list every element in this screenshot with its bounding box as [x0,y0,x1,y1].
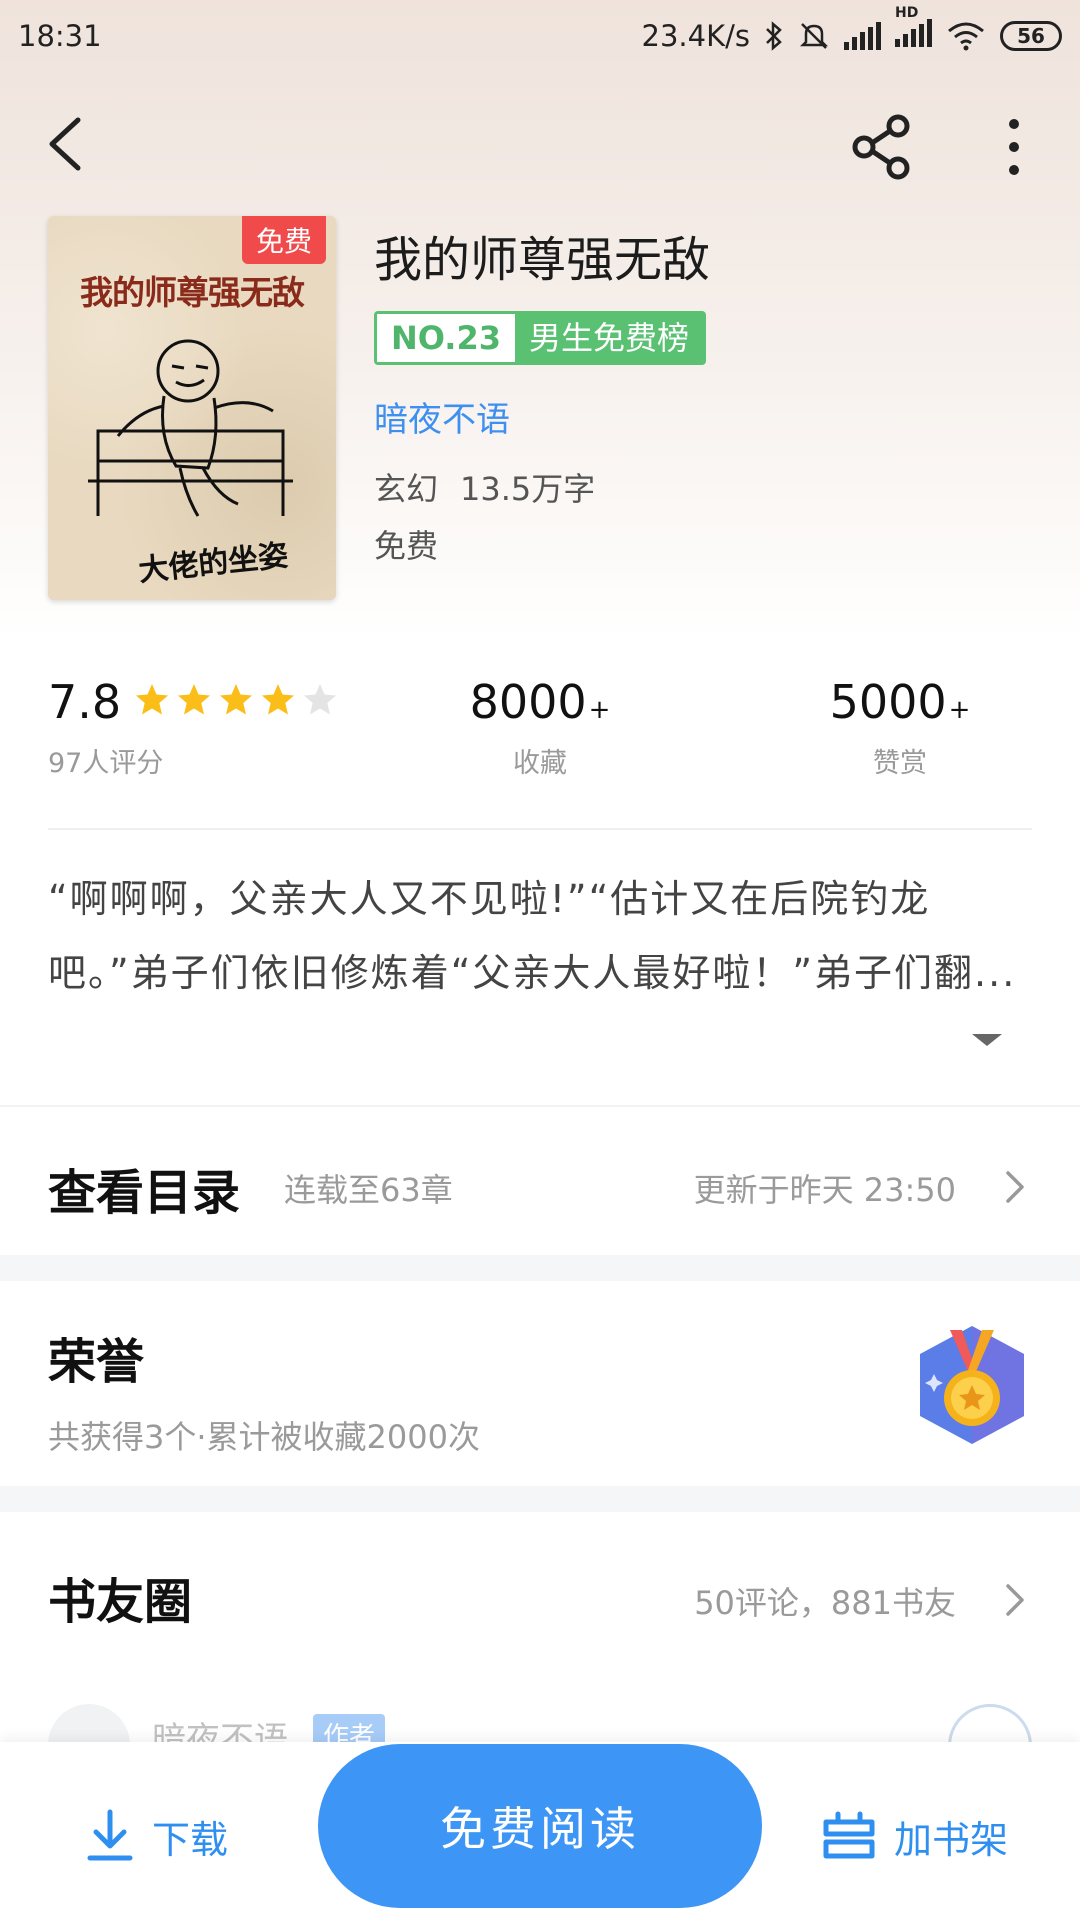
book-genre: 玄幻 [374,470,439,508]
status-icons: 23.4K/s HD 56 [641,5,1062,54]
wifi-icon [948,22,984,51]
hd-signal-icon: HD [895,5,932,54]
star-filled-icon [136,684,169,715]
signal-icon [844,22,881,50]
rewards-plus: + [948,695,971,725]
add-to-shelf-label: 加书架 [894,1817,1009,1862]
book-circle-section[interactable]: 书友圈 50评论，881书友 暗夜不语 作者 [0,1512,1080,1758]
book-price: 免费 [374,527,439,565]
star-filled-icon [220,684,253,715]
add-to-shelf-button[interactable]: 加书架 [820,1806,1008,1866]
free-read-button[interactable]: 免费阅读 [318,1744,762,1908]
network-speed: 23.4K/s [641,19,750,53]
share-icon[interactable] [850,114,916,180]
download-button[interactable]: 下载 [84,1806,228,1866]
nav-bar [0,100,1080,190]
book-circle-stats: 50评论，881书友 [694,1584,956,1622]
cover-title: 我的师尊强无敌 [80,273,305,312]
book-intro[interactable]: “啊啊啊，父亲大人又不见啦!”“估计又在后院钓龙吧。”弟子们依旧修炼着“父亲大人… [48,862,1032,1072]
book-word-count: 13.5万字 [460,470,596,508]
rewards-stat[interactable]: 5000+ 赞赏 [770,675,1030,780]
section-separator [0,1486,1080,1512]
medal-icon [920,1326,1024,1444]
favorites-count: 8000 [469,675,587,729]
rank-number: NO.23 [377,314,515,362]
status-time: 18:31 [18,19,102,53]
star-empty-icon [304,684,337,715]
catalog-row[interactable]: 查看目录 连载至63章 更新于昨天 23:50 [0,1107,1080,1255]
catalog-title: 查看目录 [48,1165,241,1221]
chevron-right-icon [1006,1171,1024,1203]
rewards-count: 5000 [829,675,947,729]
favorites-stat: 8000+ 收藏 [410,675,670,780]
star-filled-icon [262,684,295,715]
honor-section[interactable]: 荣誉 共获得3个·累计被收藏2000次 [0,1280,1080,1486]
favorites-label: 收藏 [513,748,567,779]
stats-row: 7.8 97人评分 8000+ 收藏 5000+ 赞赏 [0,675,1080,795]
cover-illustration [88,339,293,517]
rank-badge[interactable]: NO.23 男生免费榜 [374,311,706,365]
chevron-right-icon [1006,1584,1024,1616]
favorites-plus: + [588,695,611,725]
rating-stars [134,682,344,722]
rewards-label: 赞赏 [873,748,927,779]
honor-title: 荣誉 [48,1334,145,1390]
divider [48,828,1032,830]
rating-count: 97人评分 [48,748,164,779]
download-icon [87,1809,133,1861]
rank-list-name: 男生免费榜 [514,314,703,362]
section-separator [0,1255,1080,1281]
bluetooth-icon [766,21,782,51]
battery-indicator: 56 [1000,21,1062,51]
cover-free-badge: 免费 [241,216,326,264]
mute-bell-icon [799,23,829,49]
expand-down-icon[interactable] [970,1030,1004,1050]
book-title: 我的师尊强无敌 [374,232,711,288]
catalog-status: 连载至63章 [284,1171,453,1209]
book-meta: 玄幻 13.5万字 [374,464,595,510]
rating-stat[interactable]: 7.8 97人评分 [48,675,344,780]
back-icon[interactable] [40,114,100,174]
bottom-action-bar: 下载 免费阅读 加书架 [0,1742,1080,1920]
rating-score: 7.8 [48,675,122,729]
more-vertical-icon[interactable] [990,114,1038,180]
author-link[interactable]: 暗夜不语 [374,392,510,441]
book-circle-title: 书友圈 [48,1574,193,1630]
star-filled-icon [178,684,211,715]
book-cover[interactable]: 免费 我的师尊强无敌 大佬的坐姿 [48,216,336,600]
status-bar: 18:31 23.4K/s HD 56 [0,0,1080,72]
bookshelf-icon [823,1811,875,1859]
download-label: 下载 [152,1817,229,1862]
catalog-update-time: 更新于昨天 23:50 [693,1171,956,1209]
hd-label: HD [895,4,919,21]
honor-description: 共获得3个·累计被收藏2000次 [48,1418,480,1456]
